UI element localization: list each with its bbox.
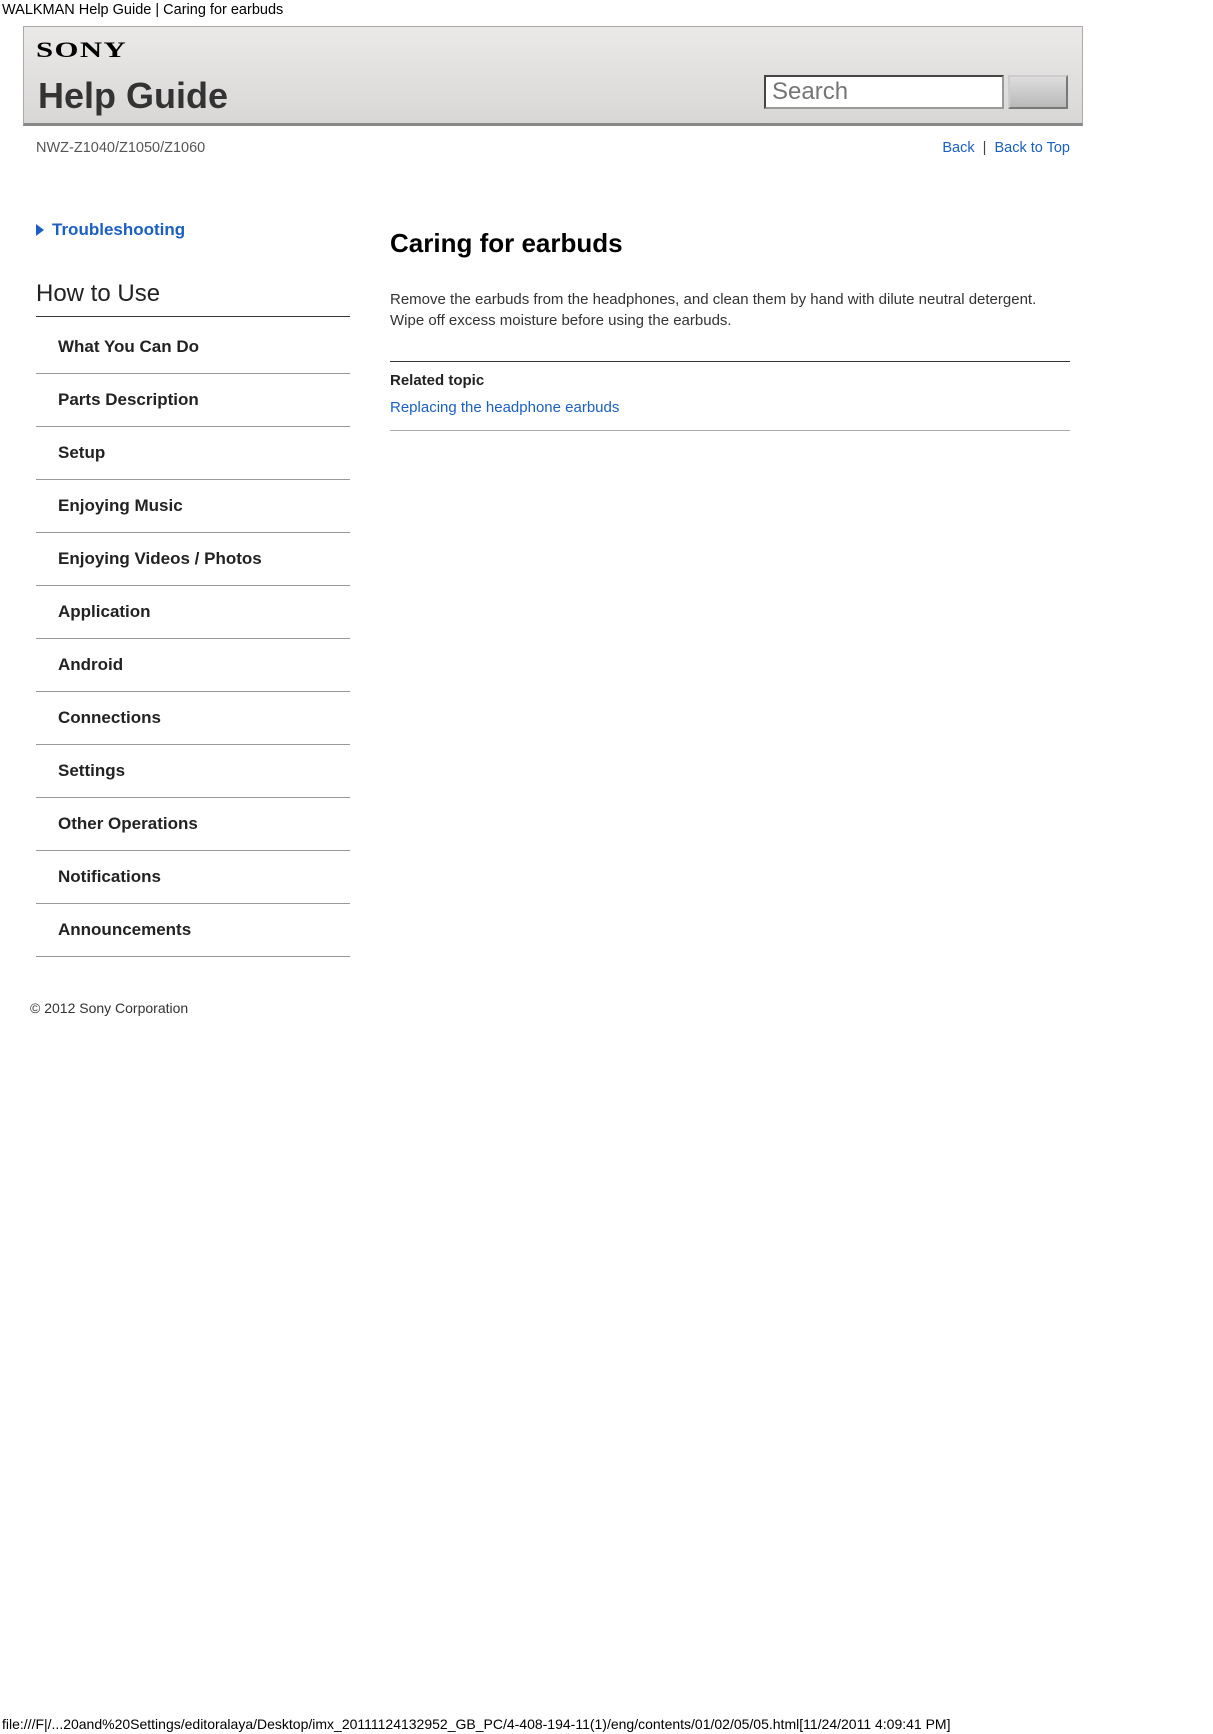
divider [390,430,1070,431]
divider [390,361,1070,362]
article-body: Remove the earbuds from the headphones, … [390,289,1070,331]
browser-tab-title: WALKMAN Help Guide | Caring for earbuds [2,2,283,18]
article-main: Caring for earbuds Remove the earbuds fr… [350,220,1070,431]
top-nav-links: Back | Back to Top [942,140,1070,156]
sidebar-item-parts-description[interactable]: Parts Description [36,374,350,427]
sidebar-item-what-you-can-do[interactable]: What You Can Do [36,321,350,374]
article-title: Caring for earbuds [390,228,1070,259]
file-path: file:///F|/...20and%20Settings/editorala… [2,1716,950,1732]
sidebar-item-connections[interactable]: Connections [36,692,350,745]
sidebar-item-enjoying-music[interactable]: Enjoying Music [36,480,350,533]
breadcrumb-row: NWZ-Z1040/Z1050/Z1060 Back | Back to Top [36,140,1070,156]
related-topic-heading: Related topic [390,372,1070,389]
sidebar: Troubleshooting How to Use What You Can … [36,220,350,957]
sidebar-item-setup[interactable]: Setup [36,427,350,480]
troubleshooting-label: Troubleshooting [52,220,185,240]
sidebar-item-android[interactable]: Android [36,639,350,692]
page-title: Help Guide [38,75,228,117]
sidebar-nav-list: What You Can Do Parts Description Setup … [36,321,350,957]
troubleshooting-link[interactable]: Troubleshooting [36,220,350,240]
sidebar-item-notifications[interactable]: Notifications [36,851,350,904]
sidebar-item-announcements[interactable]: Announcements [36,904,350,957]
status-bar: file:///F|/...20and%20Settings/editorala… [0,1716,1213,1734]
sony-logo: SONY [36,37,127,63]
search-form [764,75,1068,109]
header-banner: SONY Help Guide [23,26,1083,126]
copyright: © 2012 Sony Corporation [30,1000,188,1016]
related-topic-link[interactable]: Replacing the headphone earbuds [390,399,619,416]
sidebar-item-other-operations[interactable]: Other Operations [36,798,350,851]
arrow-right-icon [36,224,44,236]
model-number: NWZ-Z1040/Z1050/Z1060 [36,140,205,156]
search-input[interactable] [764,75,1004,109]
search-button[interactable] [1008,75,1068,109]
sidebar-item-application[interactable]: Application [36,586,350,639]
separator: | [983,140,987,156]
sidebar-item-settings[interactable]: Settings [36,745,350,798]
sidebar-item-enjoying-videos-photos[interactable]: Enjoying Videos / Photos [36,533,350,586]
howto-heading: How to Use [36,280,350,317]
back-to-top-link[interactable]: Back to Top [994,140,1070,156]
back-link[interactable]: Back [942,140,974,156]
